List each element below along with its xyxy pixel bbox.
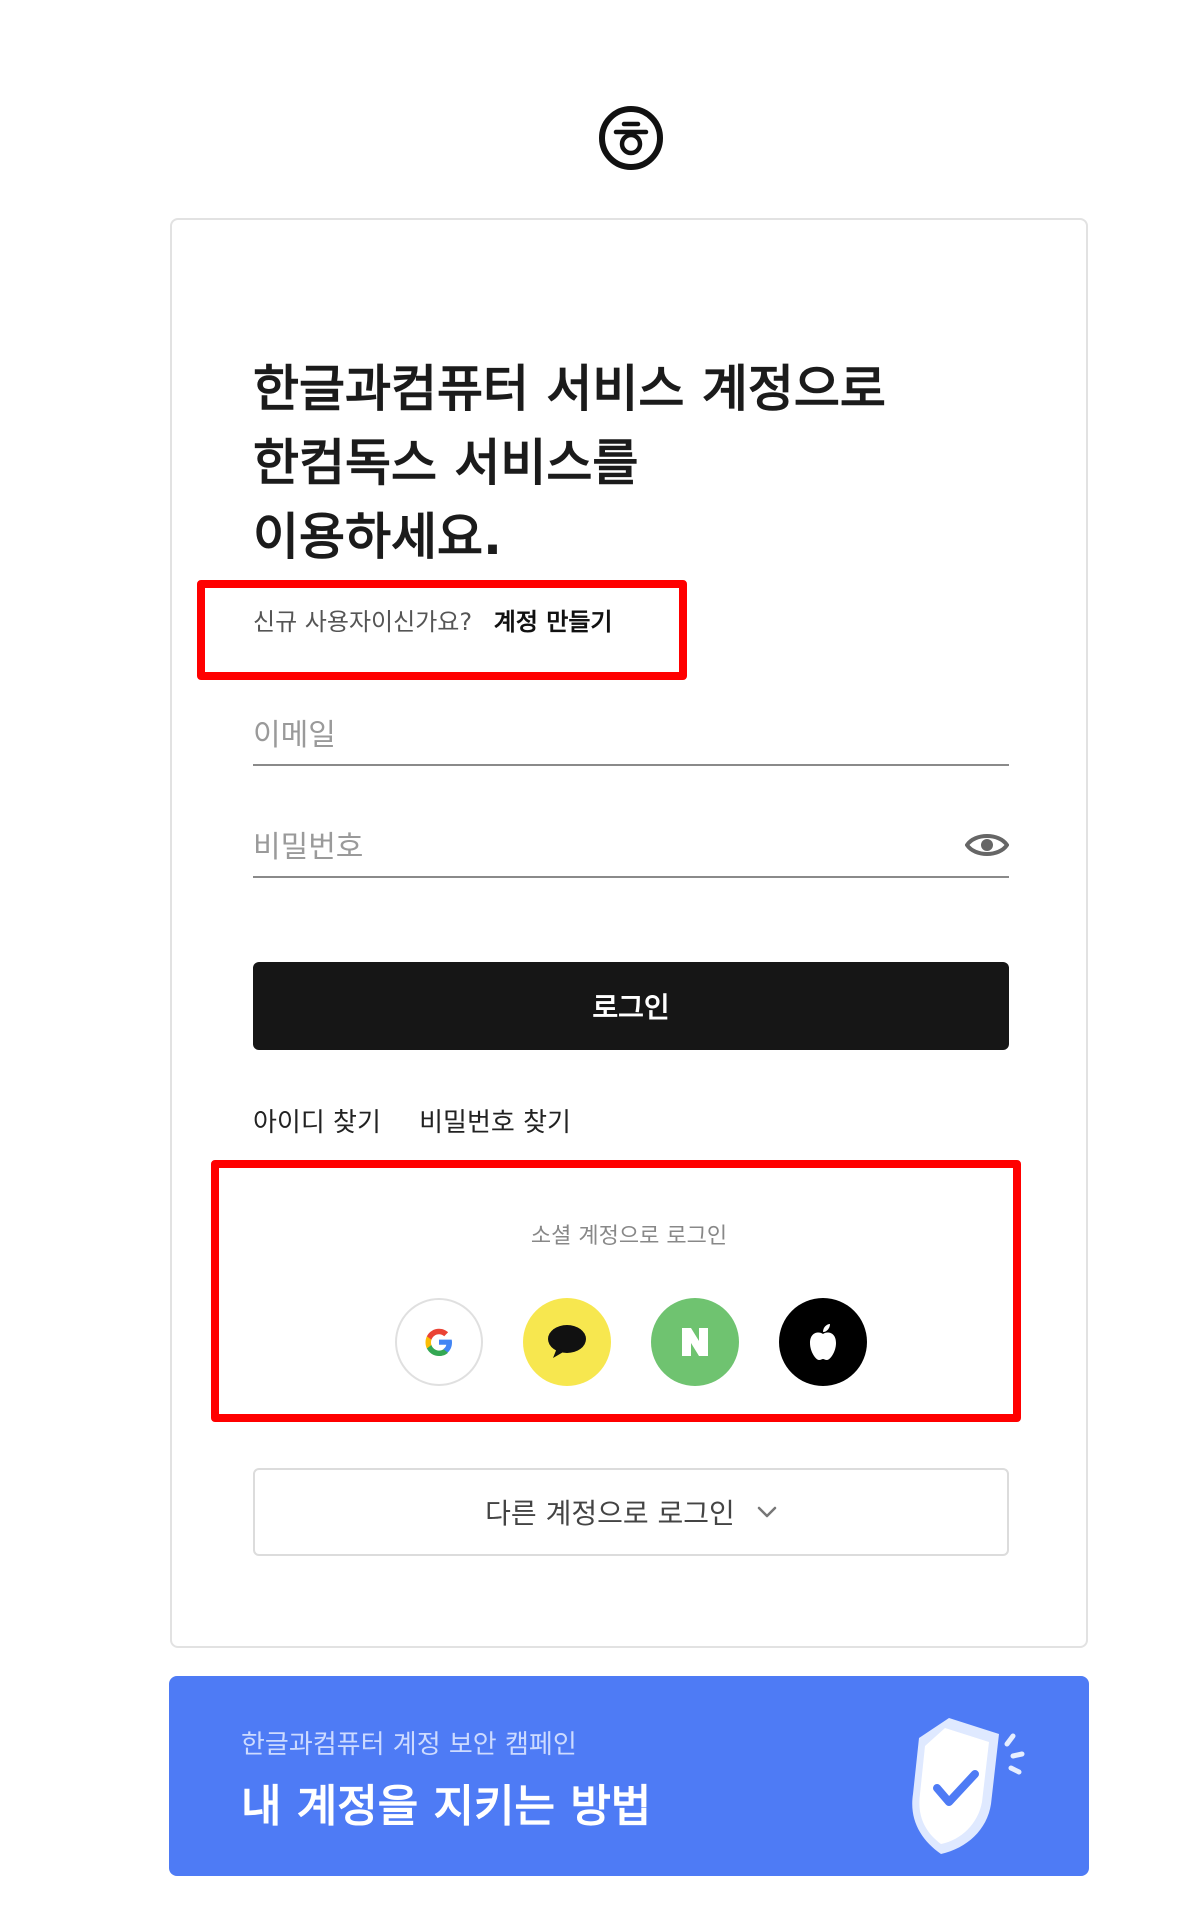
- email-input[interactable]: [253, 706, 933, 758]
- password-field-container: [253, 818, 1009, 878]
- login-button[interactable]: 로그인: [253, 962, 1009, 1050]
- page-title: 한글과컴퓨터 서비스 계정으로 한컴독스 서비스를 이용하세요.: [253, 352, 1013, 574]
- banner-title: 내 계정을 지키는 방법: [241, 1781, 652, 1832]
- title-line-1: 한글과컴퓨터 서비스 계정으로: [253, 360, 886, 418]
- create-account-link[interactable]: 계정 만들기: [494, 608, 613, 636]
- banner-subtitle: 한글과컴퓨터 계정 보안 캠페인: [241, 1730, 577, 1760]
- title-line-3: 이용하세요.: [253, 508, 502, 566]
- google-icon: [425, 1328, 452, 1356]
- hancom-logo-icon: [599, 106, 663, 170]
- apple-icon: [810, 1324, 836, 1360]
- other-account-label: 다른 계정으로 로그인: [485, 1497, 735, 1530]
- find-id-link[interactable]: 아이디 찾기: [253, 1108, 381, 1138]
- apple-login-button[interactable]: [779, 1298, 867, 1386]
- login-card: 한글과컴퓨터 서비스 계정으로 한컴독스 서비스를 이용하세요. 신규 사용자이…: [170, 218, 1088, 1648]
- kakao-icon: [548, 1325, 586, 1358]
- security-campaign-banner[interactable]: 한글과컴퓨터 계정 보안 캠페인 내 계정을 지키는 방법: [169, 1676, 1089, 1876]
- signup-question: 신규 사용자이신가요?: [253, 608, 473, 636]
- other-account-login-button[interactable]: 다른 계정으로 로그인: [253, 1468, 1009, 1556]
- social-login-title: 소셜 계정으로 로그인: [530, 1224, 728, 1249]
- chevron-down-icon: [757, 1506, 777, 1518]
- shield-check-icon: [912, 1718, 1025, 1854]
- email-field-container: [253, 706, 1009, 766]
- naver-login-button[interactable]: [651, 1298, 739, 1386]
- signup-prompt: 신규 사용자이신가요? 계정 만들기: [253, 602, 613, 637]
- kakao-login-button[interactable]: [523, 1298, 611, 1386]
- google-login-button[interactable]: [395, 1298, 483, 1386]
- account-recovery-links: 아이디 찾기 비밀번호 찾기: [253, 1102, 571, 1139]
- naver-icon: [682, 1328, 708, 1356]
- password-input[interactable]: [253, 818, 933, 870]
- highlight-box-social: [211, 1160, 1021, 1422]
- login-page: 한글과컴퓨터 서비스 계정으로 한컴독스 서비스를 이용하세요. 신규 사용자이…: [0, 0, 1202, 1910]
- title-line-2: 한컴독스 서비스를: [253, 434, 639, 492]
- eye-icon[interactable]: [965, 830, 1009, 860]
- find-password-link[interactable]: 비밀번호 찾기: [419, 1108, 571, 1138]
